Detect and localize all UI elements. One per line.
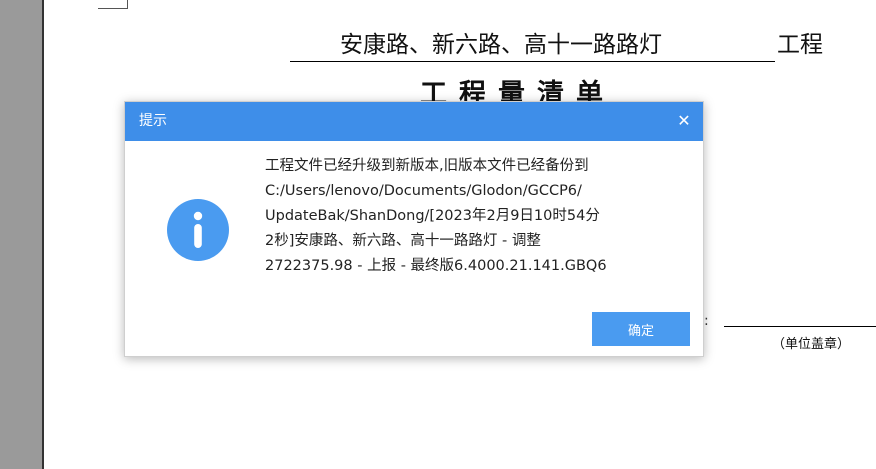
unit-stamp-label: （单位盖章） — [772, 337, 851, 352]
message-line: 2秒]安康路、新六路、高十一路路灯 - 调整 — [265, 233, 541, 249]
info-icon — [167, 199, 229, 261]
message-line: C:/Users/lenovo/Documents/Glodon/GCCP6/ — [265, 183, 582, 199]
project-name: 安康路、新六路、高十一路路灯 — [290, 28, 775, 62]
ok-button[interactable]: 确定 — [592, 312, 690, 346]
message-line: UpdateBak/ShanDong/[2023年2月9日10时54分 — [265, 208, 600, 224]
message-line: 2722375.98 - 上报 - 最终版6.4000.21.141.GBQ6 — [265, 258, 607, 274]
close-icon[interactable]: ✕ — [671, 108, 697, 134]
dialog-title: 提示 — [139, 113, 167, 129]
page-corner-mark — [98, 0, 128, 9]
left-gutter — [0, 0, 44, 469]
project-suffix: 工程 — [777, 32, 823, 58]
upgrade-notice-dialog: 提示 ✕ 工程文件已经升级到新版本,旧版本文件已经备份到 C:/Users/le… — [124, 101, 704, 357]
signature-colon: : — [704, 313, 709, 329]
signature-line — [724, 326, 876, 327]
dialog-message: 工程文件已经升级到新版本,旧版本文件已经备份到 C:/Users/lenovo/… — [265, 154, 685, 279]
dialog-header: 提示 ✕ — [125, 102, 703, 141]
project-title-line: 安康路、新六路、高十一路路灯 工程 — [290, 28, 823, 64]
message-line: 工程文件已经升级到新版本,旧版本文件已经备份到 — [265, 158, 589, 174]
